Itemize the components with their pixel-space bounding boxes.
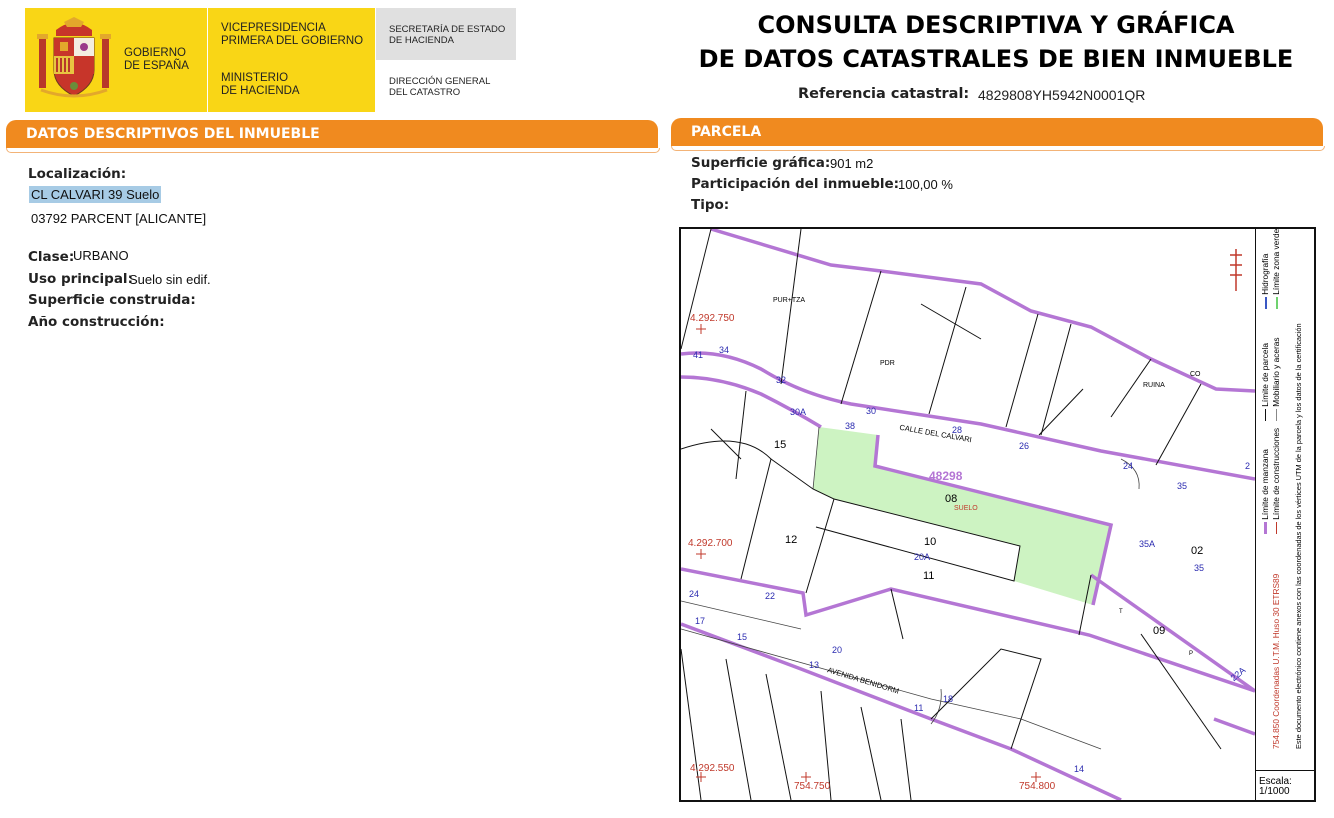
ministerio-text: MINISTERIO DE HACIENDA [221,72,300,97]
number-24b: 24 [689,589,700,599]
secretaria-text: SECRETARÍA DE ESTADO DE HACIENDA [389,24,506,46]
number-28: 28 [952,425,963,435]
number-13: 13 [809,660,820,670]
number-41: 41 [693,350,704,360]
number-11: 11 [914,703,924,713]
section-title-parcela: PARCELA [691,124,762,140]
pdr-label: PDR [880,360,895,367]
title-line-1: CONSULTA DESCRIPTIVA Y GRÁFICA [757,11,1235,39]
coord-y-mid: 4.292.700 [688,538,733,549]
tipo-label: Tipo: [691,197,730,213]
ref-value: 4829808YH5942N0001QR [978,87,1146,103]
legend-zona-verde: Límite zona verde [1271,229,1281,309]
number-20: 20 [832,645,843,655]
number-15: 15 [737,632,748,642]
section-title-descriptivos: DATOS DESCRIPTIVOS DEL INMUEBLE [26,126,320,142]
localizacion-label: Localización: [28,166,127,182]
co-label: CO [1190,371,1201,378]
t-label: T [1119,609,1123,615]
map-labels: 4.292.750 4.292.700 4.292.550 754.750 75… [681,229,1255,800]
street-benidorm: AVENIDA BENIDORM [826,665,901,696]
number-14: 14 [1074,764,1085,774]
clase-value: URBANO [73,248,129,263]
number-35: 35 [1177,481,1188,491]
number-30a: 30A [790,407,807,417]
uso-label: Uso principal: [28,271,133,287]
number-32: 32 [776,375,787,385]
coat-of-arms-icon [37,17,111,98]
legend-manzana: Límite de manzana [1260,449,1270,534]
number-35a: 35A [1139,539,1156,549]
number-26: 26 [1019,441,1030,451]
coord-y-top: 4.292.750 [690,313,735,324]
uso-value: Suelo sin edif. [129,272,211,287]
section-header-parcela: PARCELA [671,118,1323,146]
page-title: CONSULTA DESCRIPTIVA Y GRÁFICA DE DATOS … [690,8,1302,76]
legend-mobiliario: Mobiliario y aceras [1271,338,1281,421]
number-20a: 20A [914,552,931,562]
suelo-label: SUELO [954,505,978,512]
logo-divider [207,8,208,112]
superficie-grafica-value: 901 m2 [830,156,874,171]
map-legend: Límite de manzana Límite de parcela Hidr… [1255,229,1316,770]
gobierno-text: GOBIERNO DE ESPAÑA [124,47,189,72]
number-2: 2 [1245,461,1251,471]
scale-value: 1/1000 [1259,786,1290,797]
superficie-construida-label: Superficie construida: [28,292,196,308]
coord-y-bot: 4.292.550 [690,763,735,774]
legend-hidrografia: Hidrografía [1260,254,1270,309]
anio-construccion-label: Año construcción: [28,314,165,330]
coord-x-left: 754.750 [794,781,831,792]
scale-box: Escala: 1/1000 [1255,770,1316,801]
participacion-label: Participación del inmueble: [691,176,900,192]
section-underline-left [6,148,660,153]
number-22a: 22A [1228,665,1248,683]
legend-construcciones: Límite de construcciones [1271,428,1281,534]
number-22: 22 [765,591,776,601]
superficie-grafica-label: Superficie gráfica: [691,155,831,171]
clase-label: Clase: [28,249,75,265]
legend-note: Este documento electrónico contiene anex… [1294,323,1303,749]
number-24: 24 [1123,461,1134,471]
number-30: 30 [866,406,877,416]
address-line-2: 03792 PARCENT [ALICANTE] [31,211,207,226]
number-18: 18 [943,694,954,704]
title-line-2: DE DATOS CATASTRALES DE BIEN INMUEBLE [698,45,1294,73]
ruina-label: RUINA [1143,382,1165,389]
parcel-08-label: 08 [945,493,958,505]
number-38: 38 [845,421,856,431]
parcel-15-label: 15 [774,439,787,451]
number-34: 34 [719,345,730,355]
number-35b: 35 [1194,563,1205,573]
parcel-11-label: 11 [923,570,935,582]
parcel-02-label: 02 [1191,545,1204,557]
legend-utm: 754.850 Coordenadas U.T.M. Huso 30 ETRS8… [1271,573,1281,749]
direccion-text: DIRECCIÓN GENERAL DEL CATASTRO [389,76,491,98]
coord-x-right: 754.800 [1019,781,1056,792]
number-17: 17 [695,616,706,626]
parcel-10-label: 10 [924,536,937,548]
section-header-descriptivos: DATOS DESCRIPTIVOS DEL INMUEBLE [6,120,658,148]
legend-parcela: Límite de parcela [1260,343,1270,421]
address-line-1[interactable]: CL CALVARI 39 Suelo [29,186,162,203]
section-underline-right [671,146,1325,151]
parcel-12-label: 12 [785,534,798,546]
participacion-value: 100,00 % [898,177,953,192]
ref-label: Referencia catastral: [798,86,970,102]
p-label: P [1189,651,1194,657]
block-number: 48298 [929,469,963,483]
parcel-09-label: 09 [1153,625,1166,637]
vicepresidencia-text: VICEPRESIDENCIA PRIMERA DEL GOBIERNO [221,22,364,47]
purtza-label: PUR+TZA [773,297,806,304]
